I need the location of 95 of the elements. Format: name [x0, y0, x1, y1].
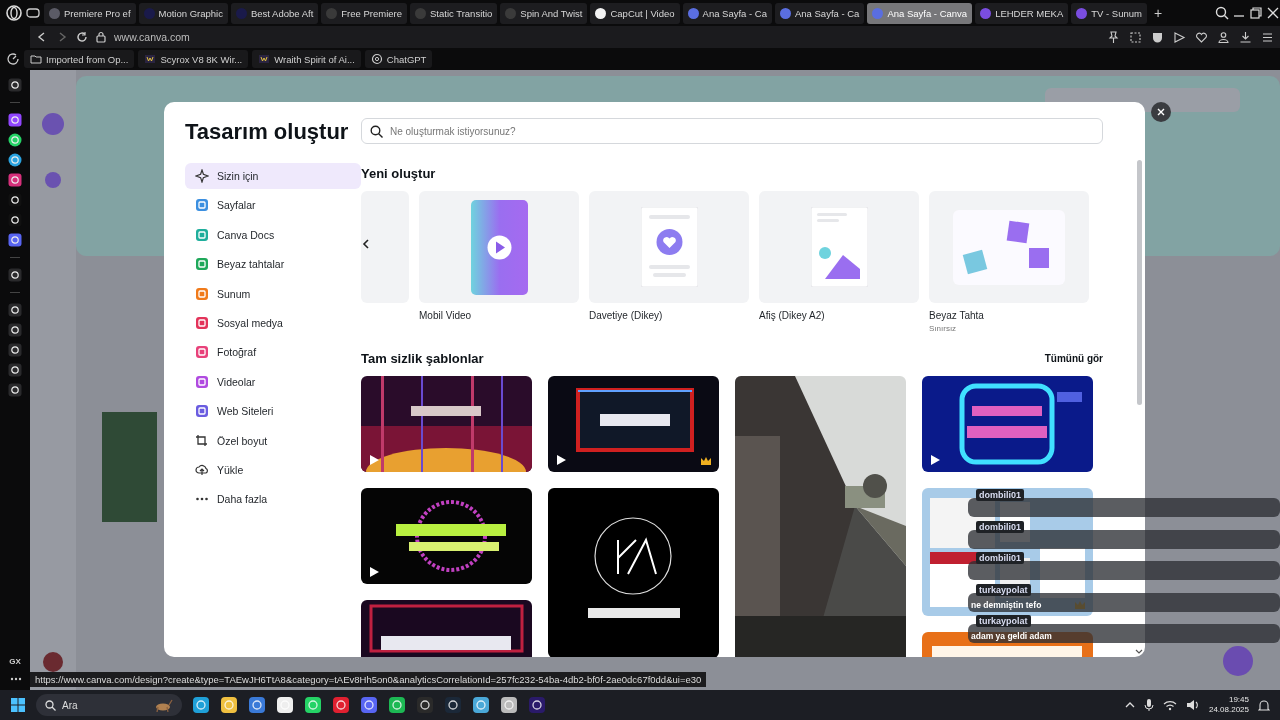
reload-icon[interactable] [76, 31, 88, 43]
search-icon [45, 700, 56, 711]
profile-icon[interactable] [1217, 30, 1230, 44]
design-type-tile[interactable] [589, 191, 749, 303]
play-icon[interactable] [370, 567, 379, 577]
site-icon [144, 53, 157, 65]
category-item[interactable]: Sunum [185, 280, 361, 307]
site-icon [258, 53, 271, 65]
category-item[interactable]: Sayfalar [185, 192, 361, 219]
category-item[interactable]: Fotoğraf [185, 339, 361, 366]
chat-username: dombili01 [976, 552, 1024, 564]
gamepad-icon[interactable] [25, 6, 41, 20]
bookmark[interactable]: Wraith Spirit of Ai... [252, 50, 361, 68]
browser-tab[interactable]: Best Adobe Aft [230, 2, 319, 24]
wifi-icon[interactable] [1162, 699, 1177, 711]
bookmark[interactable]: Imported from Op... [24, 50, 135, 68]
pin-icon[interactable] [1107, 30, 1120, 44]
chevron-up-icon[interactable] [1124, 701, 1135, 709]
design-type-tile[interactable] [929, 191, 1089, 303]
browser-tab[interactable]: LEHDER MEKA [975, 2, 1069, 24]
previous-icon[interactable] [361, 238, 371, 250]
search-icon [370, 125, 383, 138]
category-item[interactable]: Sosyal medya [185, 309, 361, 336]
shield-icon[interactable] [1151, 30, 1164, 44]
crop-icon [195, 433, 209, 448]
section-heading: Yeni oluştur [361, 166, 437, 181]
clock-date: 24.08.2025 [1208, 705, 1249, 715]
design-type-label: Davetiye (Dikey) [589, 310, 664, 321]
chat-username: turkaypolat [976, 615, 1031, 627]
scroll-down-icon[interactable] [1135, 649, 1143, 655]
speaker-icon[interactable] [1185, 699, 1200, 711]
category-item[interactable]: Videolar [185, 368, 361, 395]
design-type-label: Beyaz Tahta [929, 310, 985, 321]
category-item[interactable]: Web Siteleri [185, 398, 361, 425]
browser-tab[interactable]: Ana Sayfa - Ca [682, 2, 772, 24]
browser-logo-icon[interactable] [6, 5, 22, 21]
browser-tab[interactable]: Spin And Twist [500, 2, 588, 24]
browser-tab[interactable]: Ana Sayfa - Ca [774, 2, 865, 24]
design-type-note: Sınırsız [929, 324, 958, 333]
category-item[interactable]: Sizin için [185, 163, 361, 189]
see-all-link[interactable]: Tümünü gör [1044, 353, 1103, 364]
blurred-profile-avatar [43, 652, 63, 672]
speed-dial-icon[interactable] [6, 52, 20, 66]
design-type-label: Mobil Video [419, 310, 473, 321]
category-item[interactable]: Yükle [185, 456, 361, 483]
new-tab-button[interactable]: + [1149, 5, 1167, 21]
play-icon[interactable] [931, 455, 940, 465]
design-type-tile[interactable] [361, 191, 409, 303]
restore-icon[interactable] [1249, 6, 1263, 20]
bookmark[interactable]: ChatGPT [364, 50, 433, 68]
notification-icon[interactable] [1258, 698, 1270, 712]
windows-icon[interactable] [10, 697, 26, 713]
category-item[interactable]: Canva Docs [185, 221, 361, 248]
heart-icon[interactable] [1195, 30, 1208, 44]
browser-tab[interactable]: Free Premiere [321, 2, 407, 24]
browser-tab[interactable]: Motion Graphic [138, 2, 228, 24]
category-item[interactable]: Daha fazla [185, 486, 361, 513]
blurred-avatar [42, 113, 64, 135]
category-item[interactable]: Beyaz tahtalar [185, 251, 361, 278]
blurred-icon [45, 172, 61, 188]
browser-tab[interactable]: Ana Sayfa - Canva [867, 2, 973, 24]
bookmark[interactable]: Scyrox V8 8K Wir... [138, 50, 249, 68]
taskbar-search[interactable]: Ara [36, 694, 182, 716]
screenshot-icon[interactable] [1129, 30, 1142, 44]
browser-tab[interactable]: TV - Sunum [1071, 2, 1147, 24]
play-icon[interactable] [557, 455, 566, 465]
send-icon[interactable] [1173, 30, 1186, 44]
sidebar-label: GX [9, 657, 21, 666]
search-icon[interactable] [1215, 6, 1229, 20]
browser-tab[interactable]: CapCut | Video [590, 2, 680, 24]
design-type-tile[interactable] [759, 191, 919, 303]
status-url: https://www.canva.com/design?create&type=TAEwJH6TtA8&category=tAEv8Hh5on0&analyticsCorrelationId=257fc232-54ba-4db2-bf0f-2ae0dc67f0dd&ui=e30 [30, 672, 707, 687]
app-icon[interactable] [500, 696, 518, 714]
menu-icon[interactable] [1261, 30, 1274, 44]
scrollbar-thumb[interactable] [1137, 160, 1142, 405]
address-url[interactable]: www.canva.com [114, 31, 190, 43]
clock-time: 19:45 [1228, 695, 1249, 705]
app-icon[interactable] [472, 696, 490, 714]
play-icon[interactable] [370, 455, 379, 465]
dialog-title: Tasarım oluştur [185, 119, 350, 146]
microphone-icon[interactable] [1143, 698, 1154, 712]
close-icon [1157, 108, 1165, 116]
browser-tab[interactable]: Static Transitio [410, 2, 498, 24]
lock-icon [96, 31, 106, 43]
sparkle-icon [195, 169, 209, 183]
section-heading: Tam sizlik şablonlar [361, 351, 484, 366]
design-type-tile[interactable] [419, 191, 579, 303]
close-icon[interactable] [1266, 6, 1280, 20]
design-type-label: Afiş (Dikey A2) [759, 310, 826, 321]
search-field[interactable]: Ne oluşturmak istiyorsunuz? [361, 118, 1103, 144]
chat-username: dombili01 [976, 489, 1024, 501]
more-icon[interactable] [10, 677, 22, 681]
upload-icon [195, 462, 209, 477]
browser-tab[interactable]: Premiere Pro ef [44, 2, 136, 24]
category-item[interactable]: Özel boyut [185, 427, 361, 454]
